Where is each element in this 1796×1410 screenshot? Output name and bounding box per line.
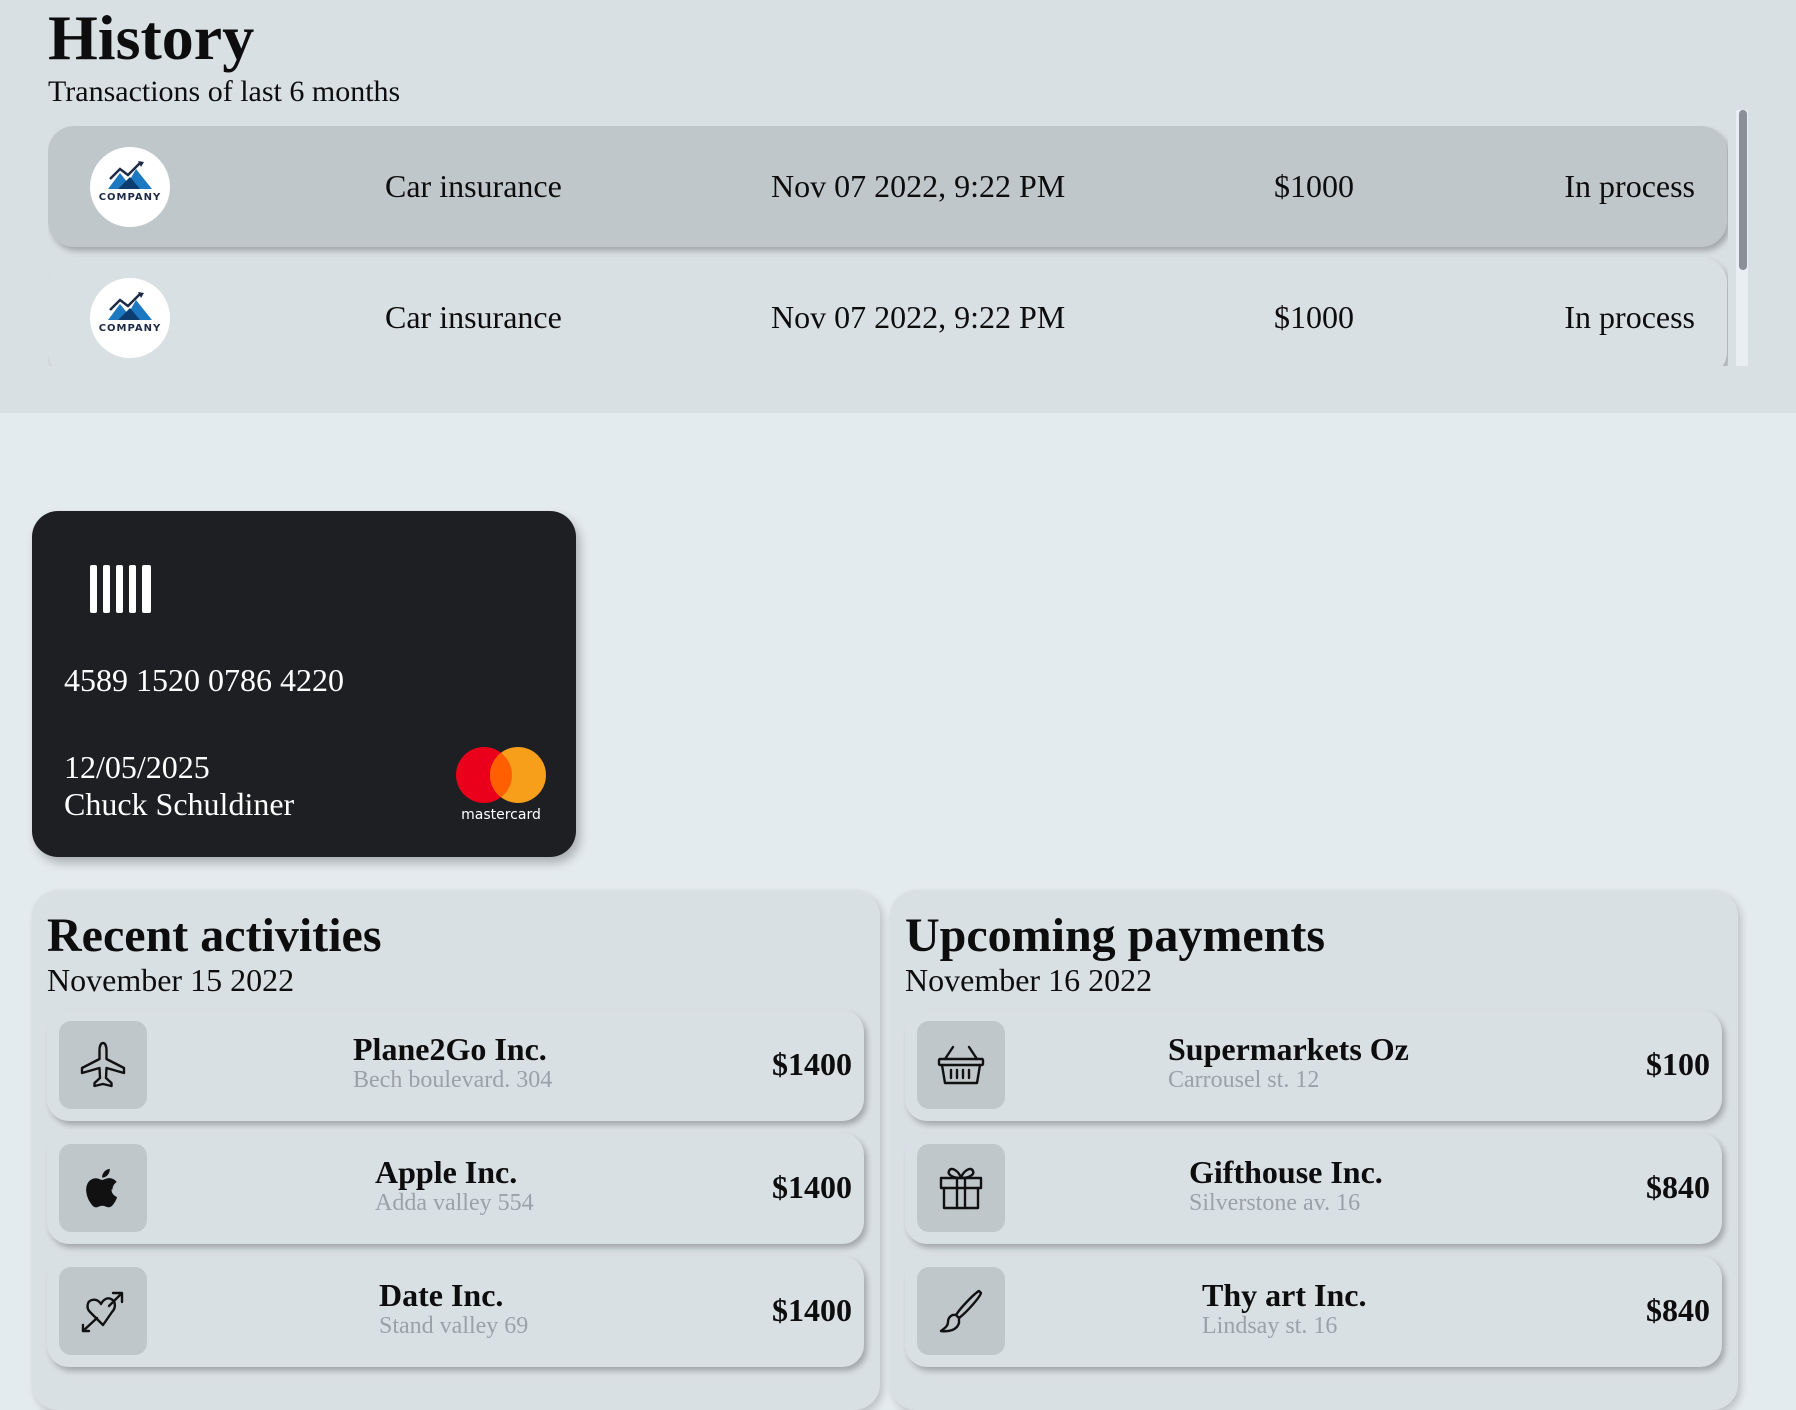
- payment-name: Thy art Inc.: [1202, 1277, 1367, 1313]
- transaction-name: Car insurance: [385, 168, 562, 204]
- airplane-icon: [59, 1021, 147, 1109]
- activity-amount: $1400: [772, 1292, 852, 1328]
- payment-address: Lindsay st. 16: [1202, 1313, 1338, 1339]
- activity-amount: $1400: [772, 1169, 852, 1205]
- transaction-amount: $1000: [1274, 299, 1354, 335]
- company-logo-tagline: [129, 203, 130, 208]
- history-section: History Transactions of last 6 months CO…: [0, 0, 1796, 413]
- payment-address: Silverstone av. 16: [1189, 1190, 1361, 1216]
- card-brand: mastercard: [461, 807, 541, 823]
- transaction-date: Nov 07 2022, 9:22 PM: [771, 168, 1066, 204]
- mastercard-logo: mastercard: [446, 747, 546, 827]
- company-logo-tagline: [129, 334, 130, 339]
- mountain-chart-icon: [108, 161, 152, 189]
- card-number: 4589 1520 0786 4220: [64, 662, 344, 698]
- activity-item[interactable]: Date Inc. Stand valley 69 $1400: [47, 1256, 864, 1367]
- activity-address: Bech boulevard. 304: [353, 1067, 553, 1093]
- payment-amount: $840: [1646, 1292, 1710, 1328]
- payment-address: Carrousel st. 12: [1168, 1067, 1320, 1093]
- payment-item[interactable]: Thy art Inc. Lindsay st. 16 $840: [905, 1256, 1722, 1367]
- credit-card[interactable]: 4589 1520 0786 4220 12/05/2025 Chuck Sch…: [32, 511, 576, 857]
- brush-icon: [917, 1267, 1005, 1355]
- payment-amount: $100: [1646, 1046, 1710, 1082]
- recent-activities-title: Recent activities: [47, 909, 382, 962]
- upcoming-payments-title: Upcoming payments: [905, 909, 1326, 962]
- activity-name: Apple Inc.: [375, 1154, 518, 1190]
- activity-item[interactable]: Apple Inc. Adda valley 554 $1400: [47, 1133, 864, 1244]
- basket-icon: [917, 1021, 1005, 1109]
- heart-arrow-icon: [59, 1267, 147, 1355]
- payment-item[interactable]: Supermarkets Oz Carrousel st. 12 $100: [905, 1010, 1722, 1121]
- activity-name: Date Inc.: [379, 1277, 504, 1313]
- activity-address: Stand valley 69: [379, 1313, 529, 1339]
- payment-amount: $840: [1646, 1169, 1710, 1205]
- transaction-status: In process: [1564, 168, 1695, 204]
- history-title: History: [48, 2, 255, 73]
- transaction-status: In process: [1564, 299, 1695, 335]
- activity-item[interactable]: Plane2Go Inc. Bech boulevard. 304 $1400: [47, 1010, 864, 1121]
- card-expiry: 12/05/2025: [64, 749, 210, 785]
- company-logo-text: COMPANY: [98, 323, 162, 334]
- company-logo: COMPANY: [90, 277, 170, 358]
- card-holder: Chuck Schuldiner: [64, 786, 295, 822]
- payment-name: Supermarkets Oz: [1168, 1031, 1409, 1067]
- upcoming-payments-date: November 16 2022: [905, 962, 1153, 998]
- transaction-row[interactable]: COMPANY Car insurance Nov 07 2022, 9:22 …: [48, 126, 1727, 247]
- card-chip-icon: [90, 565, 152, 617]
- mountain-chart-icon: [108, 292, 152, 320]
- gift-icon: [917, 1144, 1005, 1232]
- transaction-list: COMPANY Car insurance Nov 07 2022, 9:22 …: [48, 126, 1728, 366]
- activity-amount: $1400: [772, 1046, 852, 1082]
- apple-icon: [59, 1144, 147, 1232]
- recent-activities-date: November 15 2022: [47, 962, 295, 998]
- upcoming-payments-panel: Upcoming payments November 16 2022 Super…: [890, 890, 1738, 1410]
- transaction-row[interactable]: COMPANY Car insurance Nov 07 2022, 9:22 …: [48, 257, 1727, 366]
- activity-name: Plane2Go Inc.: [353, 1031, 547, 1067]
- company-logo: COMPANY: [90, 146, 170, 227]
- payment-name: Gifthouse Inc.: [1189, 1154, 1383, 1190]
- recent-activities-panel: Recent activities November 15 2022 Plane…: [32, 890, 880, 1410]
- transaction-date: Nov 07 2022, 9:22 PM: [771, 299, 1066, 335]
- transaction-name: Car insurance: [385, 299, 562, 335]
- history-scrollbar-thumb[interactable]: [1739, 110, 1747, 270]
- payment-item[interactable]: Gifthouse Inc. Silverstone av. 16 $840: [905, 1133, 1722, 1244]
- company-logo-text: COMPANY: [98, 192, 162, 203]
- transaction-amount: $1000: [1274, 168, 1354, 204]
- activity-address: Adda valley 554: [375, 1190, 534, 1216]
- history-subtitle: Transactions of last 6 months: [48, 75, 401, 108]
